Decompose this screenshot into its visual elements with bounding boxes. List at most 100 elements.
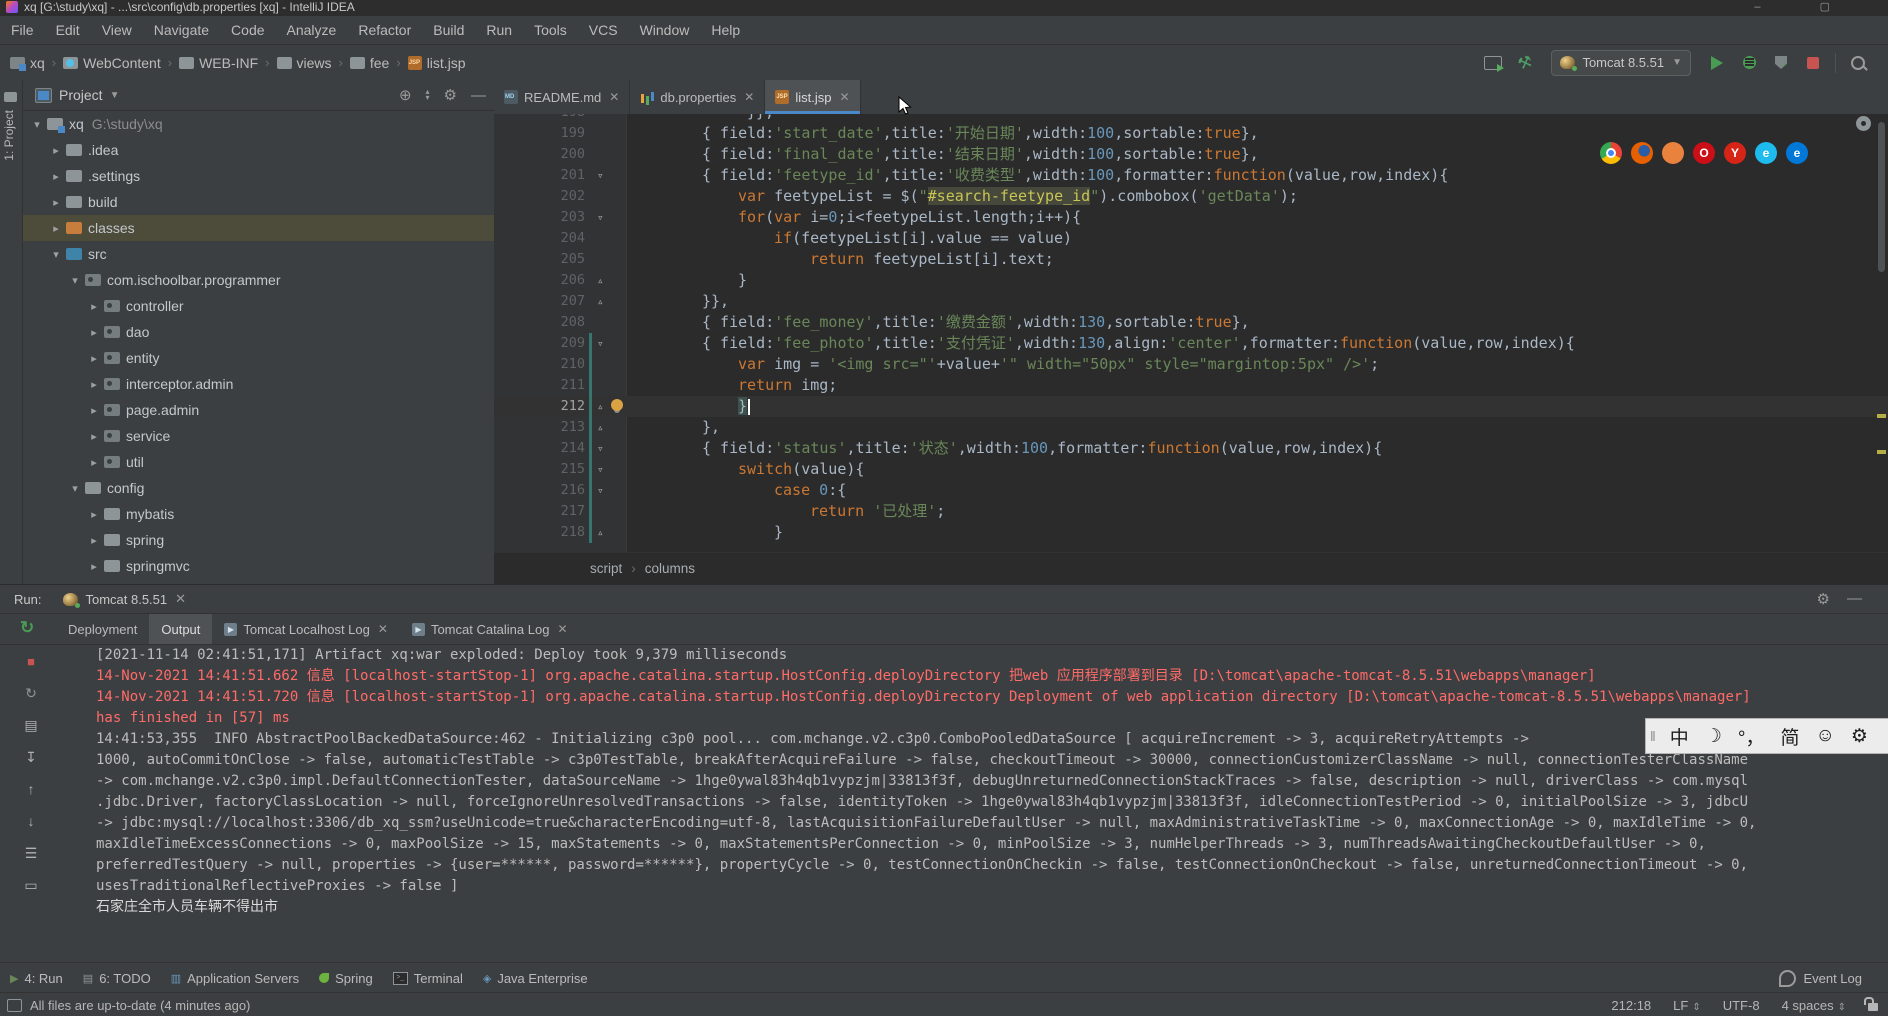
tree-item-page-admin[interactable]: ▸page.admin — [23, 397, 494, 423]
ime-item-0[interactable]: 中 — [1670, 723, 1689, 750]
tree-item-spring[interactable]: ▸spring — [23, 527, 494, 553]
fold-end-icon[interactable]: ▵ — [597, 291, 604, 312]
event-log-button[interactable]: Event Log — [1779, 970, 1862, 987]
write-access-lock-icon[interactable] — [1868, 1003, 1878, 1011]
opera-browser-icon[interactable]: O — [1693, 142, 1715, 164]
build-hammer-icon[interactable]: ⚒ — [1513, 52, 1537, 74]
hide-panel-icon[interactable]: — — [471, 87, 486, 104]
breadcrumb-item-web-inf[interactable]: WEB-INF — [179, 55, 258, 71]
tool-stripe-icon[interactable] — [4, 92, 17, 102]
chevron-right-icon[interactable]: ▸ — [86, 352, 102, 365]
breadcrumb-script[interactable]: script — [590, 561, 622, 576]
chevron-down-icon[interactable]: ▾ — [67, 274, 83, 287]
chevron-right-icon[interactable]: ▸ — [86, 430, 102, 443]
edge-browser-icon[interactable]: e — [1786, 142, 1808, 164]
tree-item-config[interactable]: ▾config — [23, 475, 494, 501]
fold-end-icon[interactable]: ▵ — [597, 417, 604, 438]
code-editor[interactable]: 198}},199{ field:'start_date',title:'开始日… — [494, 114, 1888, 552]
intention-bulb-icon[interactable] — [611, 399, 623, 411]
tree-item-util[interactable]: ▸util — [23, 449, 494, 475]
run-tab-output[interactable]: Output — [149, 614, 212, 644]
toolwindow-button-spring[interactable]: Spring — [309, 963, 383, 993]
inspections-eye-icon[interactable] — [1856, 116, 1871, 131]
breadcrumb-item-views[interactable]: views — [277, 55, 332, 71]
chevron-right-icon[interactable]: ▸ — [48, 196, 64, 209]
chevron-down-icon[interactable]: ▼ — [110, 90, 120, 101]
locate-file-icon[interactable]: ⊕ — [399, 86, 412, 104]
chevron-right-icon[interactable]: ▸ — [86, 508, 102, 521]
close-icon[interactable]: ✕ — [175, 591, 186, 607]
restore-layout-icon[interactable]: ▤ — [21, 715, 41, 735]
tree-item-interceptor-admin[interactable]: ▸interceptor.admin — [23, 371, 494, 397]
breadcrumb-item-webcontent[interactable]: WebContent — [63, 55, 161, 71]
tree-item-dao[interactable]: ▸dao — [23, 319, 494, 345]
close-icon[interactable]: ✕ — [557, 622, 567, 636]
tree-item-springmvc[interactable]: ▸springmvc — [23, 553, 494, 579]
run-configuration-select[interactable]: Tomcat 8.5.51 ▼ — [1551, 50, 1691, 76]
chevron-right-icon[interactable]: ▸ — [86, 534, 102, 547]
firefox-browser-icon[interactable] — [1631, 142, 1653, 164]
yandex-browser-icon[interactable]: Y — [1724, 142, 1746, 164]
ime-item-2[interactable]: °， — [1738, 723, 1765, 750]
close-icon[interactable]: ✕ — [609, 90, 619, 104]
run-with-coverage-button[interactable] — [1769, 52, 1793, 74]
menu-help[interactable]: Help — [700, 22, 751, 38]
ime-item-4[interactable]: ☺ — [1815, 725, 1834, 747]
chevron-down-icon[interactable]: ▾ — [29, 118, 45, 131]
tab-db-properties[interactable]: db.properties✕ — [630, 80, 765, 114]
chevron-right-icon[interactable]: ▸ — [48, 170, 64, 183]
project-panel-title[interactable]: Project — [59, 87, 103, 103]
search-everywhere-icon[interactable] — [1846, 52, 1870, 74]
menu-window[interactable]: Window — [629, 22, 701, 38]
line-separator[interactable]: LF⇕ — [1673, 998, 1701, 1013]
stop-icon[interactable]: ■ — [21, 651, 41, 671]
clear-all-icon[interactable]: ▭ — [21, 875, 41, 895]
tree-item-build[interactable]: ▸build — [23, 189, 494, 215]
up-stack-trace-icon[interactable]: ↑ — [21, 779, 41, 799]
tab-README-md[interactable]: README.md✕ — [494, 80, 630, 114]
run-button[interactable] — [1705, 52, 1729, 74]
breadcrumb-columns[interactable]: columns — [645, 561, 695, 576]
ime-grip-icon[interactable]: ‖ — [1650, 728, 1656, 744]
run-tab-tomcat-catalina-log[interactable]: ▶Tomcat Catalina Log✕ — [400, 614, 580, 644]
editor-scrollbar[interactable] — [1877, 114, 1886, 552]
fold-open-icon[interactable]: ▿ — [597, 459, 604, 480]
rerun-icon[interactable]: ↻ — [21, 683, 41, 703]
tree-item-com-ischoolbar-programmer[interactable]: ▾com.ischoolbar.programmer — [23, 267, 494, 293]
run-on-server-icon[interactable] — [1481, 52, 1505, 74]
tree-item-entity[interactable]: ▸entity — [23, 345, 494, 371]
menu-view[interactable]: View — [91, 22, 143, 38]
close-icon[interactable]: ✕ — [378, 622, 388, 636]
indent-setting[interactable]: 4 spaces⇕ — [1782, 998, 1846, 1013]
toolwindow-button-terminal[interactable]: >_Terminal — [383, 963, 473, 993]
menu-file[interactable]: File — [0, 22, 45, 38]
error-stripe-mark[interactable] — [1877, 414, 1886, 418]
orange-browser-icon[interactable] — [1662, 142, 1684, 164]
toolwindow-button-6-todo[interactable]: ▤6: TODO — [73, 963, 161, 993]
menu-navigate[interactable]: Navigate — [143, 22, 220, 38]
fold-open-icon[interactable]: ▿ — [597, 165, 604, 186]
tree-item-mybatis[interactable]: ▸mybatis — [23, 501, 494, 527]
down-stack-trace-icon[interactable]: ↓ — [21, 811, 41, 831]
scrollbar-thumb[interactable] — [1878, 122, 1885, 272]
chevron-right-icon[interactable]: ▸ — [48, 222, 64, 235]
rerun-server-icon[interactable]: ↻ — [20, 618, 34, 638]
toolwindow-toggle-icon[interactable] — [7, 999, 22, 1012]
chevron-right-icon[interactable]: ▸ — [48, 144, 64, 157]
file-encoding[interactable]: UTF-8 — [1723, 998, 1760, 1013]
fold-open-icon[interactable]: ▿ — [597, 438, 604, 459]
menu-edit[interactable]: Edit — [45, 22, 91, 38]
ime-toolbar[interactable]: ‖ 中☽°，简☺⚙ — [1645, 718, 1888, 754]
settings-gear-icon[interactable]: ⚙ — [1817, 590, 1830, 608]
fold-open-icon[interactable]: ▿ — [597, 480, 604, 501]
ie-browser-icon[interactable]: e — [1755, 142, 1777, 164]
chevron-right-icon[interactable]: ▸ — [86, 560, 102, 573]
toolwindow-button-application-servers[interactable]: ▥Application Servers — [161, 963, 309, 993]
chevron-right-icon[interactable]: ▸ — [86, 378, 102, 391]
print-icon[interactable]: ☰ — [21, 843, 41, 863]
fold-open-icon[interactable]: ▿ — [597, 207, 604, 228]
toolwindow-button-4-run[interactable]: ▶4: Run — [0, 963, 73, 993]
fold-end-icon[interactable]: ▵ — [597, 270, 604, 291]
menu-vcs[interactable]: VCS — [578, 22, 629, 38]
fold-end-icon[interactable]: ▵ — [597, 522, 604, 543]
